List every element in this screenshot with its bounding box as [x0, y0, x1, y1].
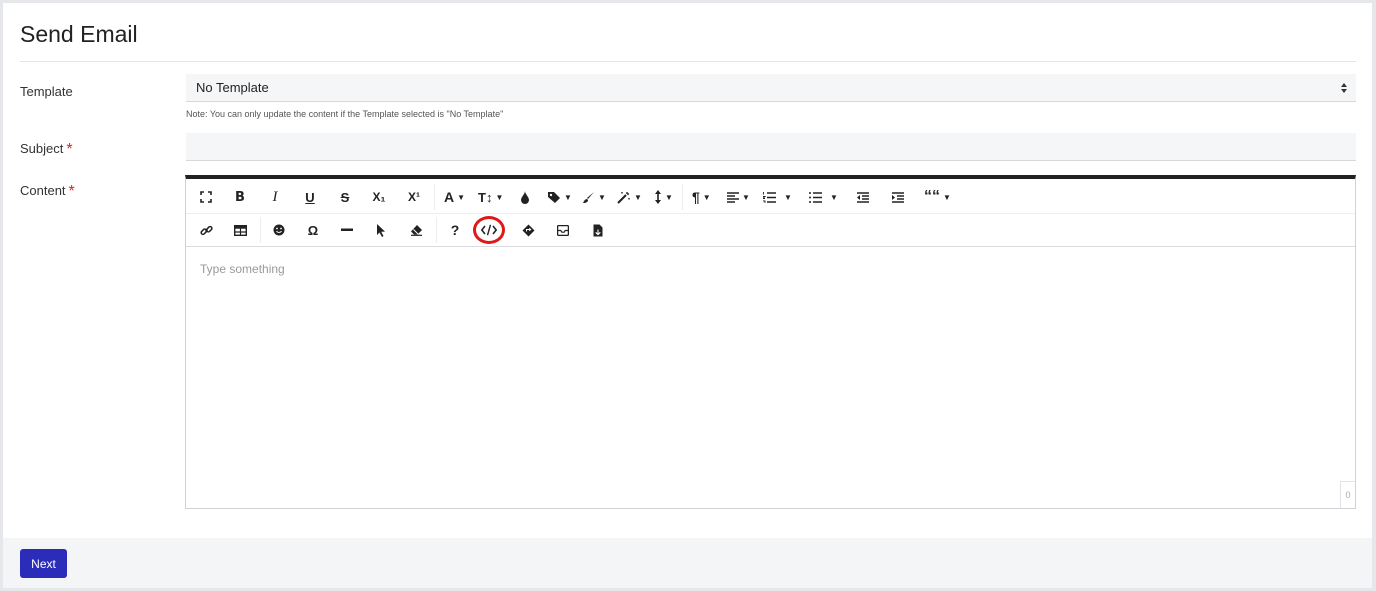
chevron-down-icon: ▼	[943, 192, 951, 202]
chevron-down-icon: ▼	[495, 192, 504, 202]
chevron-down-icon: ▼	[634, 192, 642, 202]
chevron-down-icon: ▼	[457, 192, 466, 202]
outdent-icon[interactable]	[854, 188, 872, 206]
editor-toolbar-row-2: Ω ?	[186, 214, 1355, 247]
font-family-icon[interactable]: A ▼	[444, 188, 465, 206]
chevron-down-icon: ▼	[598, 192, 606, 202]
select-arrows-icon	[1341, 83, 1347, 93]
diamond-icon[interactable]	[519, 221, 537, 239]
paint-brush-icon[interactable]: ▼	[582, 188, 606, 206]
subscript-icon[interactable]: X₁	[370, 188, 388, 206]
omega-icon[interactable]: Ω	[304, 221, 322, 239]
template-note: Note: You can only update the content if…	[186, 109, 504, 119]
content-label: Content *	[20, 182, 75, 200]
chevron-down-icon: ▼	[702, 192, 711, 202]
font-family-glyph: A	[444, 189, 455, 205]
magic-wand-icon[interactable]: ▼	[617, 188, 642, 206]
highlight-circle	[473, 216, 505, 244]
envelope-icon[interactable]	[554, 221, 572, 239]
table-icon[interactable]	[231, 221, 249, 239]
content-label-text: Content	[20, 183, 66, 198]
indent-icon[interactable]	[889, 188, 907, 206]
chevron-down-icon: ▼	[564, 192, 572, 202]
character-counter: 0	[1340, 481, 1355, 508]
required-marker: *	[68, 183, 75, 200]
fullscreen-icon[interactable]	[197, 188, 215, 206]
strikethrough-icon[interactable]: S	[336, 188, 354, 206]
chevron-down-icon: ▼	[830, 192, 838, 202]
underline-icon[interactable]: U	[301, 188, 319, 206]
template-select[interactable]: No Template	[186, 74, 1356, 102]
rich-text-editor: B I U S X₁ X¹ A ▼ T↕ ▼ ▼ ▼ ▼ ▼ ¶ ▼ ▼ ▼ ▼…	[185, 175, 1356, 509]
toolbar-separator	[434, 184, 435, 210]
italic-icon[interactable]: I	[266, 188, 284, 206]
send-email-card: Send Email Template No Template Note: Yo…	[3, 3, 1372, 588]
next-button[interactable]: Next	[20, 549, 67, 578]
required-marker: *	[66, 141, 73, 158]
toolbar-separator	[260, 217, 261, 243]
line-height-icon[interactable]: ▼	[654, 188, 673, 206]
template-label: Template	[20, 84, 73, 99]
ordered-list-icon[interactable]: ▼	[763, 188, 792, 206]
link-icon[interactable]	[197, 221, 215, 239]
chevron-down-icon: ▼	[665, 192, 673, 202]
subject-label-text: Subject	[20, 141, 64, 156]
chevron-down-icon: ▼	[784, 192, 792, 202]
chevron-down-icon: ▼	[742, 192, 750, 202]
tag-icon[interactable]: ▼	[547, 188, 572, 206]
page-title: Send Email	[20, 21, 138, 47]
horizontal-rule-icon[interactable]	[338, 221, 356, 239]
pointer-icon[interactable]	[372, 221, 390, 239]
emoji-icon[interactable]	[270, 221, 288, 239]
font-size-glyph: T↕	[478, 189, 493, 205]
bold-icon[interactable]: B	[231, 188, 249, 206]
footer-bar: Next	[3, 538, 1372, 588]
quote-icon[interactable]: ““ ▼	[924, 188, 951, 206]
toolbar-separator	[682, 184, 683, 210]
template-select-value: No Template	[196, 80, 269, 95]
eraser-icon[interactable]	[407, 221, 425, 239]
editor-toolbar-row-1: B I U S X₁ X¹ A ▼ T↕ ▼ ▼ ▼ ▼ ▼ ¶ ▼ ▼ ▼ ▼…	[186, 181, 1355, 214]
paragraph-glyph: ¶	[692, 189, 700, 205]
subject-label: Subject *	[20, 140, 73, 158]
file-icon[interactable]	[589, 221, 607, 239]
superscript-icon[interactable]: X¹	[405, 188, 423, 206]
unordered-list-icon[interactable]: ▼	[809, 188, 838, 206]
editor-content-area[interactable]: Type something	[200, 262, 285, 276]
text-color-icon[interactable]	[516, 188, 534, 206]
font-size-icon[interactable]: T↕ ▼	[478, 188, 503, 206]
quote-glyph: ““	[924, 188, 940, 205]
divider	[20, 61, 1356, 62]
help-icon[interactable]: ?	[446, 221, 464, 239]
align-icon[interactable]: ▼	[727, 188, 750, 206]
paragraph-icon[interactable]: ¶ ▼	[692, 188, 711, 206]
subject-input[interactable]	[186, 133, 1356, 161]
toolbar-separator	[436, 217, 437, 243]
